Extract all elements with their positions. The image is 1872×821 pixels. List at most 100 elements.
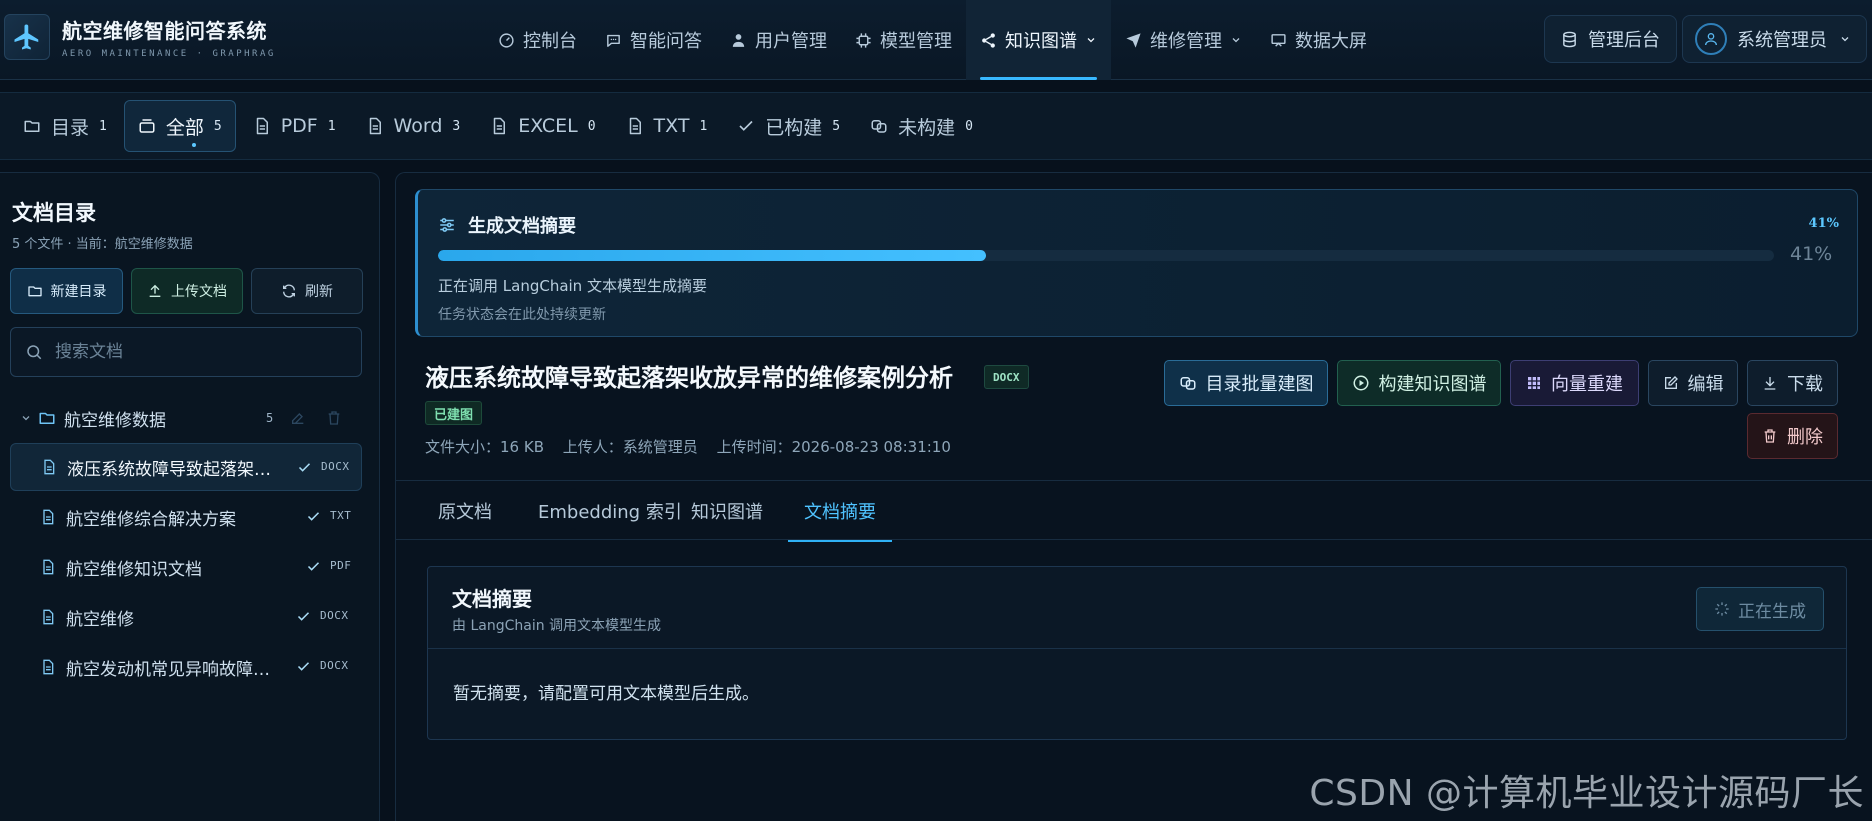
filter-tab-built[interactable]: 已构建 5 [724, 100, 853, 152]
tab-knowledge-graph[interactable]: 知识图谱 [675, 481, 779, 541]
filter-tab-all[interactable]: 全部 5 [123, 100, 236, 152]
filter-label: TXT [653, 115, 690, 137]
filter-tab-pdf[interactable]: PDF 1 [240, 100, 349, 152]
link-icon [871, 120, 887, 133]
nav-item-maintenance[interactable]: 维修管理 [1111, 0, 1256, 80]
nav-item-users[interactable]: 用户管理 [716, 0, 841, 80]
edit-button[interactable]: 编辑 [1648, 360, 1738, 406]
batch-build-label: 目录批量建图 [1205, 374, 1314, 395]
chevron-down-icon [1841, 37, 1849, 42]
layers-icon [139, 119, 155, 133]
filter-tab-txt[interactable]: TXT 1 [613, 100, 721, 152]
folder-name: 航空维修数据 [64, 410, 166, 431]
tab-summary[interactable]: 文档摘要 [788, 481, 892, 542]
sidebar-actions: 新建目录 上传文档 刷新 [10, 268, 371, 314]
search-input[interactable] [55, 342, 335, 362]
delete-label: 删除 [1787, 427, 1823, 448]
play-circle-icon [1353, 375, 1368, 391]
folder-icon [27, 286, 42, 297]
filter-count: 0 [965, 118, 973, 134]
progress-title: 生成文档摘要 [468, 216, 576, 237]
generating-button[interactable]: 正在生成 [1696, 587, 1824, 631]
filter-label: 已构建 [765, 116, 823, 139]
download-button[interactable]: 下载 [1747, 360, 1838, 406]
user-menu-button[interactable]: 系统管理员 [1682, 15, 1867, 63]
nav-label: 控制台 [523, 31, 577, 52]
new-folder-button[interactable]: 新建目录 [10, 268, 123, 314]
tab-embedding-index[interactable]: Embedding 索引 [522, 481, 698, 541]
document-tabs: 原文档 Embedding 索引 知识图谱 文档摘要 [396, 480, 1872, 542]
file-ext: TXT [330, 509, 352, 522]
gauge-icon [499, 32, 514, 48]
file-item[interactable]: 航空维修 DOCX [10, 593, 362, 641]
brand[interactable]: 航空维修智能问答系统 AERO MAINTENANCE · GRAPHRAG [4, 14, 276, 60]
chat-icon [607, 34, 620, 47]
vector-rebuild-label: 向量重建 [1551, 374, 1623, 395]
filter-count: 3 [452, 118, 461, 134]
progress-percent: 41% [1808, 216, 1839, 231]
file-name: 航空维修知识文档 [66, 559, 202, 580]
check-icon [297, 612, 310, 621]
user-name: 系统管理员 [1737, 30, 1827, 51]
filter-label: 全部 [165, 116, 204, 139]
refresh-icon [283, 284, 295, 298]
nav-label: 知识图谱 [1005, 31, 1077, 52]
filter-count: 1 [699, 118, 708, 134]
new-folder-label: 新建目录 [50, 284, 107, 300]
filter-count: 0 [587, 118, 596, 134]
filter-label: 未构建 [898, 116, 956, 139]
filter-tab-excel[interactable]: EXCEL 0 [477, 100, 608, 152]
filter-tab-unbuilt[interactable]: 未构建 0 [857, 100, 986, 152]
file-item[interactable]: 航空维修知识文档 PDF [10, 543, 362, 591]
link-icon [1180, 377, 1195, 390]
upload-label: 上传文档 [171, 284, 227, 300]
vector-rebuild-button[interactable]: 向量重建 [1510, 360, 1639, 406]
document-icon [43, 509, 54, 525]
filter-tab-folders[interactable]: 目录 1 [10, 100, 120, 152]
avatar [1695, 23, 1727, 55]
check-icon [739, 120, 753, 131]
file-item[interactable]: 航空维修综合解决方案 TXT [10, 493, 362, 541]
check-icon [307, 562, 320, 571]
admin-console-button[interactable]: 管理后台 [1544, 15, 1677, 63]
trash-icon[interactable] [326, 410, 342, 426]
file-icon [493, 117, 506, 135]
refresh-button[interactable]: 刷新 [251, 268, 363, 314]
filter-label: PDF [280, 115, 318, 137]
upload-button[interactable]: 上传文档 [131, 268, 243, 314]
delete-button[interactable]: 删除 [1747, 413, 1838, 459]
file-size: 文件大小：16 KB [425, 438, 544, 456]
batch-build-button[interactable]: 目录批量建图 [1164, 360, 1328, 406]
file-ext: DOCX [321, 460, 350, 473]
tree-folder[interactable]: 航空维修数据 5 [20, 399, 362, 437]
filter-label: 目录 [51, 116, 90, 139]
airplane-logo-icon [4, 14, 50, 60]
share-icon [982, 32, 995, 48]
nav-item-knowledge-graph[interactable]: 知识图谱 [966, 0, 1111, 80]
document-icon [43, 559, 54, 575]
tab-original[interactable]: 原文档 [422, 481, 508, 541]
build-graph-button[interactable]: 构建知识图谱 [1337, 360, 1501, 406]
file-item[interactable]: 液压系统故障导致起落架收放异常的维修案例分析 DOCX [10, 443, 362, 491]
nav-item-dashboard[interactable]: 控制台 [484, 0, 591, 80]
summary-subtitle: 由 LangChain 调用文本模型生成 [452, 618, 662, 634]
nav-item-qa[interactable]: 智能问答 [591, 0, 716, 80]
document-meta: 文件大小：16 KB 上传人：系统管理员 上传时间：2026-08-23 08:… [425, 436, 965, 457]
database-icon [1563, 31, 1576, 47]
progress-percent-side: 41% [1790, 243, 1833, 265]
sidebar-title: 文档目录 [12, 201, 96, 225]
brand-subtitle: AERO MAINTENANCE · GRAPHRAG [62, 49, 276, 59]
chip-icon [856, 32, 871, 48]
filter-count: 5 [832, 118, 841, 134]
folder-count: 5 [266, 411, 274, 425]
sidebar-subtitle: 5 个文件 · 当前：航空维修数据 [12, 237, 193, 252]
document-icon [44, 459, 55, 475]
spinner-icon [1715, 602, 1729, 616]
filter-tab-word[interactable]: Word 3 [353, 100, 474, 152]
edit-icon[interactable] [290, 410, 306, 426]
nav-item-data-screen[interactable]: 数据大屏 [1256, 0, 1381, 80]
filter-count: 1 [99, 118, 107, 134]
nav-item-models[interactable]: 模型管理 [841, 0, 966, 80]
file-item[interactable]: 航空发动机常见异响故障诊断与排除 DOCX [10, 643, 362, 691]
send-icon [1126, 32, 1141, 48]
